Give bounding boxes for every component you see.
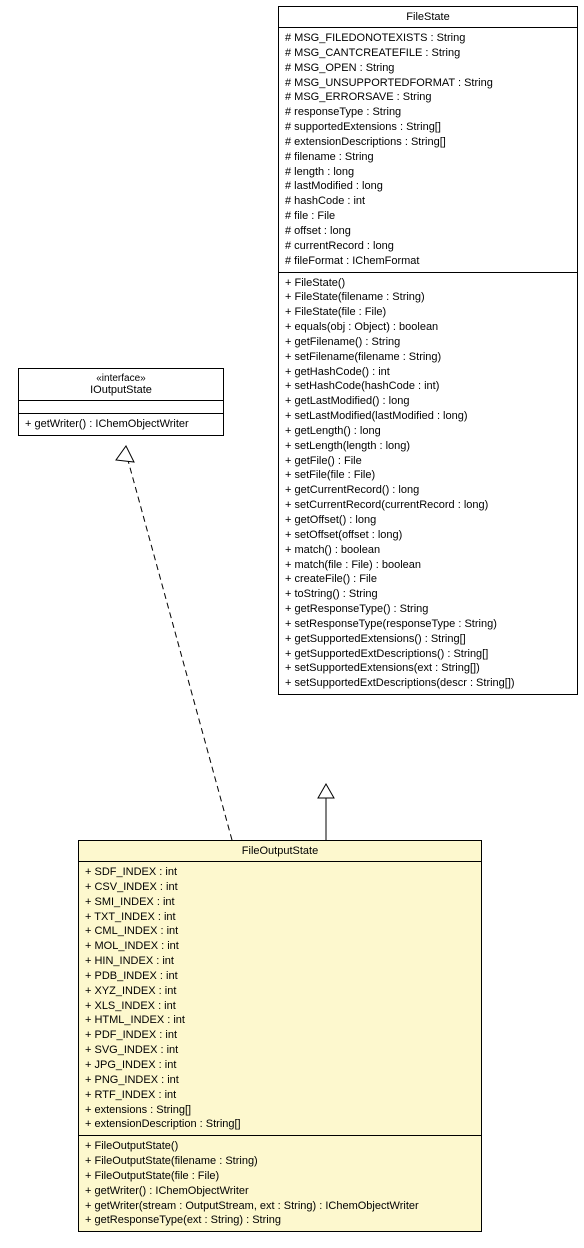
method-row: + getResponseType() : String <box>285 602 571 617</box>
method-row: + FileOutputState(filename : String) <box>85 1154 475 1169</box>
attribute-row: # MSG_OPEN : String <box>285 61 571 76</box>
method-row: + getCurrentRecord() : long <box>285 483 571 498</box>
method-row: + getSupportedExtensions() : String[] <box>285 632 571 647</box>
attribute-row: + PDB_INDEX : int <box>85 969 475 984</box>
method-row: + equals(obj : Object) : boolean <box>285 320 571 335</box>
method-row: + getResponseType(ext : String) : String <box>85 1213 475 1228</box>
attribute-row: # lastModified : long <box>285 179 571 194</box>
class-name: IOutputState <box>25 384 217 396</box>
method-row: + toString() : String <box>285 587 571 602</box>
attribute-row: # extensionDescriptions : String[] <box>285 135 571 150</box>
methods-compartment: + FileState()+ FileState(filename : Stri… <box>279 273 577 695</box>
method-row: + getSupportedExtDescriptions() : String… <box>285 647 571 662</box>
class-filestate: FileState # MSG_FILEDONOTEXISTS : String… <box>278 6 578 695</box>
attribute-row: + CML_INDEX : int <box>85 924 475 939</box>
interface-ioutputstate: «interface» IOutputState + getWriter() :… <box>18 368 224 436</box>
attribute-row: + extensions : String[] <box>85 1103 475 1118</box>
method-row: + FileOutputState(file : File) <box>85 1169 475 1184</box>
method-row: + setFilename(filename : String) <box>285 350 571 365</box>
attribute-row: # MSG_FILEDONOTEXISTS : String <box>285 31 571 46</box>
method-row: + setHashCode(hashCode : int) <box>285 379 571 394</box>
method-row: + setOffset(offset : long) <box>285 528 571 543</box>
attributes-compartment: + SDF_INDEX : int+ CSV_INDEX : int+ SMI_… <box>79 862 481 1136</box>
attribute-row: # MSG_UNSUPPORTEDFORMAT : String <box>285 76 571 91</box>
methods-compartment: + FileOutputState()+ FileOutputState(fil… <box>79 1136 481 1231</box>
method-row: + setResponseType(responseType : String) <box>285 617 571 632</box>
attribute-row: + PDF_INDEX : int <box>85 1028 475 1043</box>
method-row: + FileState(filename : String) <box>285 290 571 305</box>
attribute-row: # supportedExtensions : String[] <box>285 120 571 135</box>
methods-compartment: + getWriter() : IChemObjectWriter <box>19 414 223 435</box>
attributes-compartment <box>19 401 223 414</box>
attribute-row: + XLS_INDEX : int <box>85 999 475 1014</box>
method-row: + FileOutputState() <box>85 1139 475 1154</box>
method-row: + setLength(length : long) <box>285 439 571 454</box>
attribute-row: # currentRecord : long <box>285 239 571 254</box>
attribute-row: # MSG_ERRORSAVE : String <box>285 90 571 105</box>
attribute-row: + extensionDescription : String[] <box>85 1117 475 1132</box>
attribute-row: + SDF_INDEX : int <box>85 865 475 880</box>
method-row: + setSupportedExtDescriptions(descr : St… <box>285 676 571 691</box>
attribute-row: + HIN_INDEX : int <box>85 954 475 969</box>
class-title: FileOutputState <box>79 841 481 862</box>
method-row: + getWriter() : IChemObjectWriter <box>25 417 217 432</box>
method-row: + getWriter(stream : OutputStream, ext :… <box>85 1199 475 1214</box>
method-row: + getFile() : File <box>285 454 571 469</box>
method-row: + match() : boolean <box>285 543 571 558</box>
class-name: FileOutputState <box>242 845 318 857</box>
method-row: + getFilename() : String <box>285 335 571 350</box>
method-row: + setSupportedExtensions(ext : String[]) <box>285 661 571 676</box>
method-row: + getLength() : long <box>285 424 571 439</box>
class-title: FileState <box>279 7 577 28</box>
attribute-row: + HTML_INDEX : int <box>85 1013 475 1028</box>
attribute-row: # MSG_CANTCREATEFILE : String <box>285 46 571 61</box>
method-row: + setFile(file : File) <box>285 468 571 483</box>
method-row: + match(file : File) : boolean <box>285 558 571 573</box>
attribute-row: + MOL_INDEX : int <box>85 939 475 954</box>
method-row: + getOffset() : long <box>285 513 571 528</box>
method-row: + setLastModified(lastModified : long) <box>285 409 571 424</box>
attribute-row: + XYZ_INDEX : int <box>85 984 475 999</box>
attribute-row: + RTF_INDEX : int <box>85 1088 475 1103</box>
attribute-row: + SMI_INDEX : int <box>85 895 475 910</box>
attribute-row: + CSV_INDEX : int <box>85 880 475 895</box>
attribute-row: # filename : String <box>285 150 571 165</box>
attribute-row: + PNG_INDEX : int <box>85 1073 475 1088</box>
class-name: FileState <box>406 11 449 23</box>
attribute-row: # file : File <box>285 209 571 224</box>
method-row: + getWriter() : IChemObjectWriter <box>85 1184 475 1199</box>
attribute-row: # hashCode : int <box>285 194 571 209</box>
method-row: + getHashCode() : int <box>285 365 571 380</box>
method-row: + FileState() <box>285 276 571 291</box>
attribute-row: # responseType : String <box>285 105 571 120</box>
class-title: «interface» IOutputState <box>19 369 223 401</box>
class-fileoutputstate: FileOutputState + SDF_INDEX : int+ CSV_I… <box>78 840 482 1232</box>
attribute-row: + JPG_INDEX : int <box>85 1058 475 1073</box>
attribute-row: # fileFormat : IChemFormat <box>285 254 571 269</box>
attribute-row: # offset : long <box>285 224 571 239</box>
method-row: + getLastModified() : long <box>285 394 571 409</box>
attribute-row: + TXT_INDEX : int <box>85 910 475 925</box>
attribute-row: + SVG_INDEX : int <box>85 1043 475 1058</box>
method-row: + setCurrentRecord(currentRecord : long) <box>285 498 571 513</box>
attributes-compartment: # MSG_FILEDONOTEXISTS : String# MSG_CANT… <box>279 28 577 273</box>
method-row: + createFile() : File <box>285 572 571 587</box>
attribute-row: # length : long <box>285 165 571 180</box>
stereotype-label: «interface» <box>25 373 217 384</box>
method-row: + FileState(file : File) <box>285 305 571 320</box>
